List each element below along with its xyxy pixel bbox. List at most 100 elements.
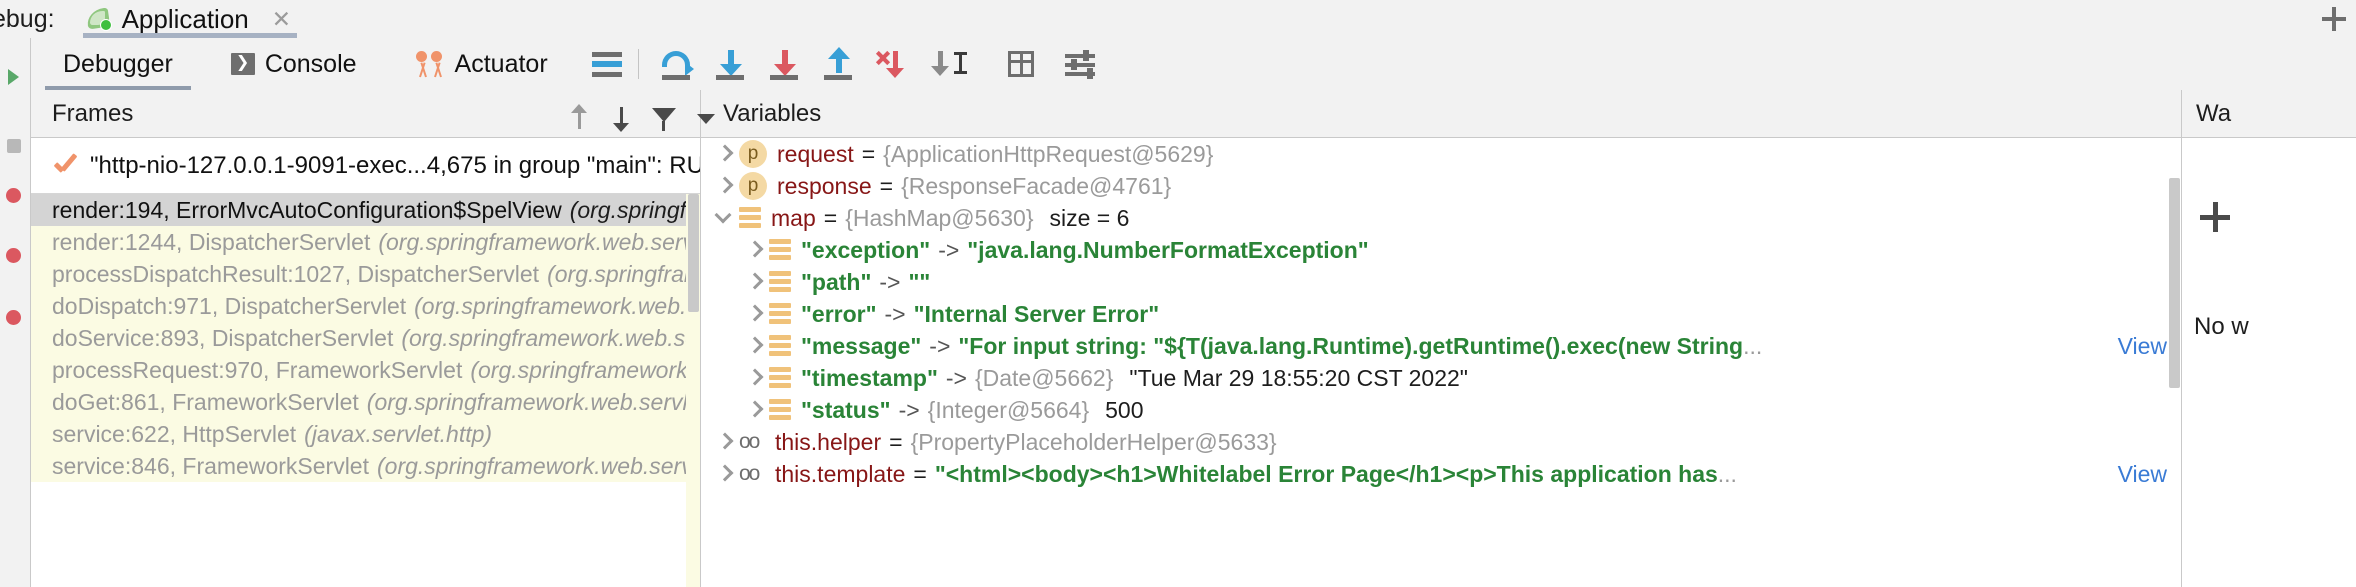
run-icon[interactable]	[6, 68, 24, 86]
value-truncation-ellipsis: ...	[1743, 332, 1763, 359]
tab-console[interactable]: Console	[230, 38, 357, 90]
variable-value: "Internal Server Error"	[913, 300, 1160, 327]
frame-method: processRequest:970, FrameworkServlet	[52, 356, 463, 383]
variable-row[interactable]: p response = {ResponseFacade@4761}	[701, 170, 2181, 202]
frame-method: processDispatchResult:1027, DispatcherSe…	[52, 260, 540, 287]
variables-tree[interactable]: p request = {ApplicationHttpRequest@5629} p r…	[701, 138, 2181, 587]
map-entry-icon	[769, 365, 791, 391]
frames-scrollbar[interactable]	[686, 194, 700, 587]
watches-panel-title: Wa	[2182, 90, 2356, 138]
variable-row[interactable]: p request = {ApplicationHttpRequest@5629}	[701, 138, 2181, 170]
variable-row[interactable]: "error" -> "Internal Server Error"	[701, 298, 2181, 330]
frame-row[interactable]: doDispatch:971, DispatcherServlet (org.sp…	[30, 290, 700, 322]
frame-package: (org.springframework.web.servlet)	[547, 260, 700, 287]
tab-actuator[interactable]: Actuator	[415, 38, 548, 90]
frames-up-button[interactable]	[560, 99, 598, 137]
run-to-cursor-icon[interactable]	[925, 43, 967, 85]
variable-row[interactable]: "status" -> {Integer@5664} 500	[701, 394, 2181, 426]
chevron-right-icon[interactable]	[711, 429, 737, 455]
thread-running-check-icon	[52, 153, 78, 179]
debug-window-label: ebug:	[0, 4, 55, 33]
variables-scrollbar-thumb[interactable]	[2169, 178, 2180, 388]
frame-row[interactable]: doService:893, DispatcherServlet (org.spr…	[30, 322, 700, 354]
variable-operator: =	[823, 204, 838, 231]
breakpoint-icon[interactable]	[6, 248, 24, 266]
chevron-right-icon[interactable]	[741, 397, 767, 423]
tab-application[interactable]: Application ✕	[82, 0, 298, 38]
variable-name: request	[777, 140, 854, 167]
variable-operator: ->	[884, 300, 906, 327]
thread-selector[interactable]: "http-nio-127.0.0.1-9091-exec...4,675 in…	[30, 138, 700, 194]
variable-row[interactable]: "timestamp" -> {Date@5662} "Tue Mar 29 18:5…	[701, 362, 2181, 394]
variable-value: ""	[908, 268, 931, 295]
chevron-right-icon[interactable]	[741, 333, 767, 359]
frames-list[interactable]: "http-nio-127.0.0.1-9091-exec...4,675 in…	[30, 138, 700, 587]
frame-row[interactable]: render:194, ErrorMvcAutoConfiguration$Sp…	[30, 194, 700, 226]
breakpoint-icon[interactable]	[6, 188, 24, 206]
variable-name: "message"	[801, 332, 922, 359]
watches-body[interactable]: No w	[2182, 138, 2356, 587]
frame-rows[interactable]: render:194, ErrorMvcAutoConfiguration$Sp…	[30, 194, 700, 482]
chevron-right-icon[interactable]	[741, 365, 767, 391]
watches-empty-label: No w	[2194, 313, 2249, 340]
tab-debugger[interactable]: Debugger	[45, 38, 191, 90]
variable-value: {PropertyPlaceholderHelper@5633}	[910, 428, 1277, 455]
variables-scrollbar[interactable]	[2167, 138, 2181, 587]
frame-row[interactable]: render:1244, DispatcherServlet (org.sprin…	[30, 226, 700, 258]
close-icon[interactable]: ✕	[272, 6, 291, 33]
add-tab-icon[interactable]	[2322, 6, 2348, 32]
evaluate-expression-icon[interactable]	[999, 43, 1041, 85]
frame-row[interactable]: service:846, FrameworkServlet (org.spring…	[30, 450, 700, 482]
editor-gutter	[0, 38, 31, 587]
frame-package: (org.springframework.web.servlet)	[377, 452, 700, 479]
frames-dropdown-button[interactable]	[686, 99, 724, 137]
frame-row[interactable]: processDispatchResult:1027, DispatcherSe…	[30, 258, 700, 290]
parameter-badge-icon: p	[739, 172, 767, 200]
tab-console-label: Console	[264, 49, 357, 78]
chevron-right-icon[interactable]	[711, 173, 737, 199]
debugger-settings-icon[interactable]	[1059, 43, 1101, 85]
frame-package: (org.springframework.web.servlet)	[470, 356, 700, 383]
variable-row[interactable]: oo this.template = "<html><body><h1>Whitela…	[701, 458, 2181, 490]
step-into-icon[interactable]	[709, 43, 751, 85]
frames-toolbar	[560, 90, 730, 146]
variable-row[interactable]: "path" -> ""	[701, 266, 2181, 298]
drop-frame-icon[interactable]	[871, 43, 913, 85]
layout-settings-icon[interactable]	[591, 52, 622, 77]
console-icon	[230, 52, 255, 75]
chevron-right-icon[interactable]	[741, 237, 767, 263]
field-icon: oo	[739, 462, 760, 485]
chevron-right-icon[interactable]	[711, 461, 737, 487]
frames-down-button[interactable]	[602, 99, 640, 137]
chevron-right-icon[interactable]	[741, 269, 767, 295]
variable-row[interactable]: map = {HashMap@5630} size = 6	[701, 202, 2181, 234]
variable-row[interactable]: oo this.helper = {PropertyPlaceholderHelper…	[701, 426, 2181, 458]
breakpoint-icon[interactable]	[6, 310, 24, 328]
frame-row[interactable]: service:622, HttpServlet (javax.servlet.h…	[30, 418, 700, 450]
frames-filter-button[interactable]	[644, 99, 682, 137]
step-over-icon[interactable]	[655, 43, 697, 85]
view-value-link[interactable]: View	[2118, 461, 2167, 488]
frame-row[interactable]: processRequest:970, FrameworkServlet (org…	[30, 354, 700, 386]
toolbar-separator	[637, 49, 639, 79]
chevron-down-icon[interactable]	[711, 205, 737, 231]
variable-name: "timestamp"	[801, 364, 938, 391]
view-value-link[interactable]: View	[2118, 333, 2167, 360]
frame-package: (org.springframework.web.servlet)	[401, 324, 700, 351]
add-watch-icon[interactable]	[2200, 202, 2232, 234]
chevron-right-icon[interactable]	[741, 301, 767, 327]
frames-scrollbar-thumb[interactable]	[688, 194, 699, 312]
frame-method: doService:893, DispatcherServlet	[52, 324, 394, 351]
map-entry-icon	[769, 269, 791, 295]
variable-row[interactable]: "message" -> "For input string: "${T(java.…	[701, 330, 2181, 362]
variable-operator: ->	[945, 364, 967, 391]
variables-panel-title: Variables	[701, 90, 2181, 138]
frame-row[interactable]: doGet:861, FrameworkServlet (org.springfr…	[30, 386, 700, 418]
variable-value: {Date@5662}	[974, 364, 1114, 391]
step-out-icon[interactable]	[817, 43, 859, 85]
variable-row[interactable]: "exception" -> "java.lang.NumberFormatExce…	[701, 234, 2181, 266]
stop-icon[interactable]	[6, 138, 24, 156]
spring-leaf-icon	[85, 6, 113, 32]
force-step-into-icon[interactable]	[763, 43, 805, 85]
variable-value: {HashMap@5630}	[845, 204, 1034, 231]
